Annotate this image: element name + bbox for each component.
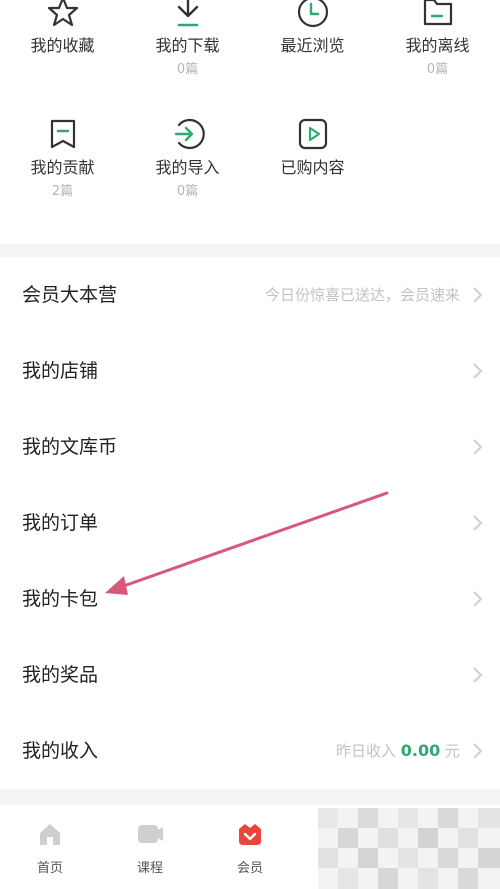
play-icon <box>298 118 327 150</box>
chevron-right-icon <box>473 515 483 531</box>
grid-item-count <box>250 62 375 78</box>
grid-item-favorites[interactable]: 我的收藏 <box>0 0 125 78</box>
grid-item-label: 我的导入 <box>155 158 220 177</box>
chevron-right-icon <box>473 287 483 303</box>
menu-item-label: 我的订单 <box>22 512 99 534</box>
tab-label: 课程 <box>136 861 163 876</box>
menu-item-hint: 今日份惊喜已送达，会员速来 <box>264 286 460 304</box>
shortcut-grid: 我的收藏 我的下载 0篇 最近浏览 我的离线 0篇 我的贡献 2篇 我的导入 0… <box>0 0 500 244</box>
grid-item-purchased[interactable]: 已购内容 <box>250 116 375 200</box>
menu-item-orders[interactable]: 我的订单 <box>0 485 500 561</box>
chevron-right-icon <box>473 439 483 455</box>
obscured-mosaic-patch <box>318 808 500 889</box>
income-unit: 元 <box>440 742 460 760</box>
chevron-right-icon <box>473 363 483 379</box>
menu-list: 会员大本营 今日份惊喜已送达，会员速来 我的店铺 我的文库币 我的订单 我的卡包… <box>0 257 500 789</box>
grid-item-count: 2篇 <box>51 184 74 199</box>
income-summary: 昨日收入 0.00 元 <box>336 739 460 763</box>
download-icon <box>177 0 198 27</box>
grid-item-imports[interactable]: 我的导入 0篇 <box>125 116 250 200</box>
clock-icon <box>297 0 328 28</box>
import-icon <box>174 118 205 150</box>
grid-item-offline[interactable]: 我的离线 0篇 <box>375 0 500 78</box>
menu-item-card-wallet[interactable]: 我的卡包 <box>0 561 500 637</box>
tab-label: 会员 <box>236 861 263 876</box>
grid-item-label: 我的下载 <box>155 36 220 55</box>
course-icon <box>138 825 163 843</box>
chevron-right-icon <box>473 591 483 607</box>
home-icon <box>40 824 60 845</box>
tab-vip[interactable]: 会员 <box>210 821 290 876</box>
menu-item-income[interactable]: 我的收入 昨日收入 0.00 元 <box>0 713 500 789</box>
menu-item-label: 我的奖品 <box>22 664 99 686</box>
vip-icon <box>239 824 261 845</box>
grid-item-label: 我的收藏 <box>30 36 95 55</box>
grid-item-contributions[interactable]: 我的贡献 2篇 <box>0 116 125 200</box>
tab-home[interactable]: 首页 <box>10 821 90 876</box>
menu-item-label: 我的文库币 <box>22 436 118 458</box>
tab-label: 首页 <box>36 861 63 876</box>
star-icon <box>47 0 78 27</box>
grid-item-label: 我的贡献 <box>30 158 95 177</box>
menu-item-label: 我的店铺 <box>22 360 99 382</box>
grid-item-count <box>250 184 375 200</box>
menu-item-label: 我的收入 <box>22 740 99 762</box>
menu-item-shop[interactable]: 我的店铺 <box>0 333 500 409</box>
grid-item-count: 0篇 <box>176 62 199 77</box>
income-value: 0.00 <box>400 741 441 760</box>
grid-item-label: 最近浏览 <box>280 36 345 55</box>
grid-item-count: 0篇 <box>426 62 449 77</box>
grid-item-recent[interactable]: 最近浏览 <box>250 0 375 78</box>
chevron-right-icon <box>473 743 483 759</box>
menu-item-label: 我的卡包 <box>22 588 99 610</box>
income-hint: 昨日收入 <box>335 742 401 760</box>
contribute-icon <box>50 119 75 149</box>
grid-item-label: 已购内容 <box>280 158 345 177</box>
menu-item-label: 会员大本营 <box>22 284 118 306</box>
folder-icon <box>423 0 452 26</box>
tab-courses[interactable]: 课程 <box>110 821 190 876</box>
chevron-right-icon <box>473 667 483 683</box>
grid-item-count <box>0 62 125 78</box>
grid-item-count: 0篇 <box>176 184 199 199</box>
menu-item-coins[interactable]: 我的文库币 <box>0 409 500 485</box>
menu-item-prizes[interactable]: 我的奖品 <box>0 637 500 713</box>
grid-item-downloads[interactable]: 我的下载 0篇 <box>125 0 250 78</box>
grid-item-label: 我的离线 <box>405 36 470 55</box>
menu-item-vip-camp[interactable]: 会员大本营 今日份惊喜已送达，会员速来 <box>0 257 500 333</box>
